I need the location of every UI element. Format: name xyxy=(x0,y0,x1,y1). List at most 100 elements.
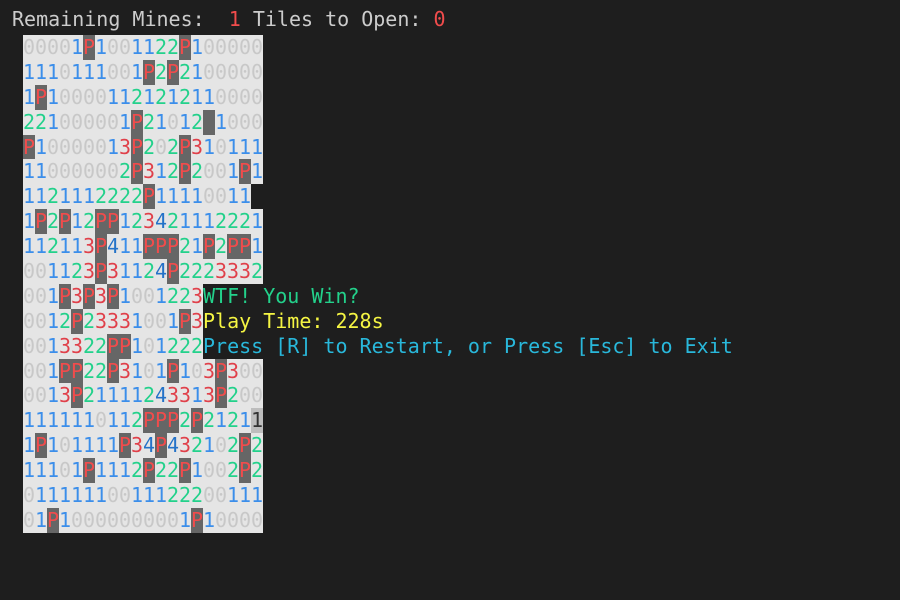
open-cell[interactable]: 1 xyxy=(191,35,203,60)
open-cell[interactable]: 0 xyxy=(215,59,227,85)
open-cell[interactable]: 1 xyxy=(227,134,239,160)
open-cell[interactable]: 0 xyxy=(203,483,215,508)
open-cell[interactable]: 1 xyxy=(179,184,191,210)
open-cell[interactable]: 1 xyxy=(227,159,239,185)
open-cell[interactable]: 4 xyxy=(155,209,167,235)
open-cell[interactable]: 2 xyxy=(47,184,59,210)
flagged-cell[interactable]: P xyxy=(107,283,119,309)
open-cell[interactable]: 2 xyxy=(203,408,215,434)
flagged-cell[interactable]: P xyxy=(35,209,47,235)
open-cell[interactable]: 2 xyxy=(95,358,107,384)
open-cell[interactable]: 1 xyxy=(23,209,35,235)
open-cell[interactable]: 1 xyxy=(35,134,47,160)
open-cell[interactable]: 2 xyxy=(119,159,131,185)
open-cell[interactable]: 0 xyxy=(83,134,95,160)
flagged-cell[interactable]: P xyxy=(215,383,227,409)
flagged-cell[interactable]: P xyxy=(119,333,131,359)
open-cell[interactable]: 2 xyxy=(131,84,143,110)
open-cell[interactable]: 1 xyxy=(47,308,59,334)
open-cell[interactable]: 0 xyxy=(215,507,227,533)
open-cell[interactable]: 3 xyxy=(191,283,203,309)
open-cell[interactable]: 0 xyxy=(143,308,155,334)
open-cell[interactable]: 3 xyxy=(179,383,191,409)
open-cell[interactable]: 3 xyxy=(191,308,203,334)
flagged-cell[interactable]: P xyxy=(107,358,119,384)
open-cell[interactable]: 1 xyxy=(47,483,59,508)
open-cell[interactable]: 0 xyxy=(35,358,47,384)
open-cell[interactable]: 0 xyxy=(107,35,119,60)
open-cell[interactable]: 1 xyxy=(71,433,83,459)
open-cell[interactable]: 0 xyxy=(59,134,71,160)
open-cell[interactable]: 1 xyxy=(47,458,59,484)
open-cell[interactable]: 0 xyxy=(227,59,239,85)
open-cell[interactable]: 2 xyxy=(71,259,83,284)
flagged-cell[interactable]: P xyxy=(179,35,191,60)
open-cell[interactable]: 1 xyxy=(35,483,47,508)
open-cell[interactable]: 1 xyxy=(23,234,35,260)
open-cell[interactable]: 2 xyxy=(227,458,239,484)
open-cell[interactable]: 0 xyxy=(95,408,107,434)
open-cell[interactable]: 1 xyxy=(239,134,251,160)
open-cell[interactable]: 3 xyxy=(227,259,239,284)
open-cell[interactable]: 0 xyxy=(35,35,47,60)
open-cell[interactable]: 1 xyxy=(71,483,83,508)
open-cell[interactable]: 0 xyxy=(227,35,239,60)
open-cell[interactable]: 2 xyxy=(143,383,155,409)
open-cell[interactable]: 1 xyxy=(95,35,107,60)
open-cell[interactable]: 4 xyxy=(143,433,155,459)
open-cell[interactable]: 2 xyxy=(191,159,203,185)
open-cell[interactable]: 4 xyxy=(107,234,119,260)
flagged-cell[interactable]: P xyxy=(179,458,191,484)
open-cell[interactable]: 2 xyxy=(23,109,35,135)
open-cell[interactable]: 3 xyxy=(71,283,83,309)
open-cell[interactable]: 0 xyxy=(107,483,119,508)
open-cell[interactable]: 0 xyxy=(131,283,143,309)
open-cell[interactable]: 2 xyxy=(227,209,239,235)
flagged-cell[interactable]: P xyxy=(23,134,35,160)
open-cell[interactable]: 2 xyxy=(215,209,227,235)
open-cell[interactable]: 3 xyxy=(215,259,227,284)
open-cell[interactable]: 4 xyxy=(155,383,167,409)
covered-cell[interactable] xyxy=(203,109,215,135)
open-cell[interactable]: 2 xyxy=(179,483,191,508)
open-cell[interactable]: 3 xyxy=(203,358,215,384)
open-cell[interactable]: 1 xyxy=(47,84,59,110)
open-cell[interactable]: 0 xyxy=(215,134,227,160)
open-cell[interactable]: 1 xyxy=(119,109,131,135)
open-cell[interactable]: 1 xyxy=(143,35,155,60)
flagged-cell[interactable]: P xyxy=(59,283,71,309)
open-cell[interactable]: 1 xyxy=(131,383,143,409)
open-cell[interactable]: 0 xyxy=(251,358,263,384)
open-cell[interactable]: 2 xyxy=(167,134,179,160)
open-cell[interactable]: 0 xyxy=(23,383,35,409)
open-cell[interactable]: 0 xyxy=(251,35,263,60)
open-cell[interactable]: 1 xyxy=(59,507,71,533)
open-cell[interactable]: 3 xyxy=(239,259,251,284)
open-cell[interactable]: 1 xyxy=(47,59,59,85)
open-cell[interactable]: 2 xyxy=(83,209,95,235)
flagged-cell[interactable]: P xyxy=(239,234,251,260)
open-cell[interactable]: 1 xyxy=(47,109,59,135)
open-cell[interactable]: 0 xyxy=(203,159,215,185)
open-cell[interactable]: 2 xyxy=(191,259,203,284)
open-cell[interactable]: 3 xyxy=(119,308,131,334)
open-cell[interactable]: 2 xyxy=(119,184,131,210)
open-cell[interactable]: 1 xyxy=(83,408,95,434)
open-cell[interactable]: 1 xyxy=(155,159,167,185)
open-cell[interactable]: 2 xyxy=(167,483,179,508)
open-cell[interactable]: 2 xyxy=(227,408,239,434)
open-cell[interactable]: 1 xyxy=(47,259,59,284)
flagged-cell[interactable]: P xyxy=(143,408,155,434)
open-cell[interactable]: 1 xyxy=(179,507,191,533)
open-cell[interactable]: 2 xyxy=(179,333,191,359)
open-cell[interactable]: 1 xyxy=(35,159,47,185)
open-cell[interactable]: 1 xyxy=(227,483,239,508)
open-cell[interactable]: 1 xyxy=(107,84,119,110)
open-cell[interactable]: 1 xyxy=(59,408,71,434)
open-cell[interactable]: 0 xyxy=(107,159,119,185)
open-cell[interactable]: 1 xyxy=(191,84,203,110)
open-cell[interactable]: 1 xyxy=(95,59,107,85)
open-cell[interactable]: 1 xyxy=(59,184,71,210)
open-cell[interactable]: 3 xyxy=(107,259,119,284)
open-cell[interactable]: 0 xyxy=(155,507,167,533)
